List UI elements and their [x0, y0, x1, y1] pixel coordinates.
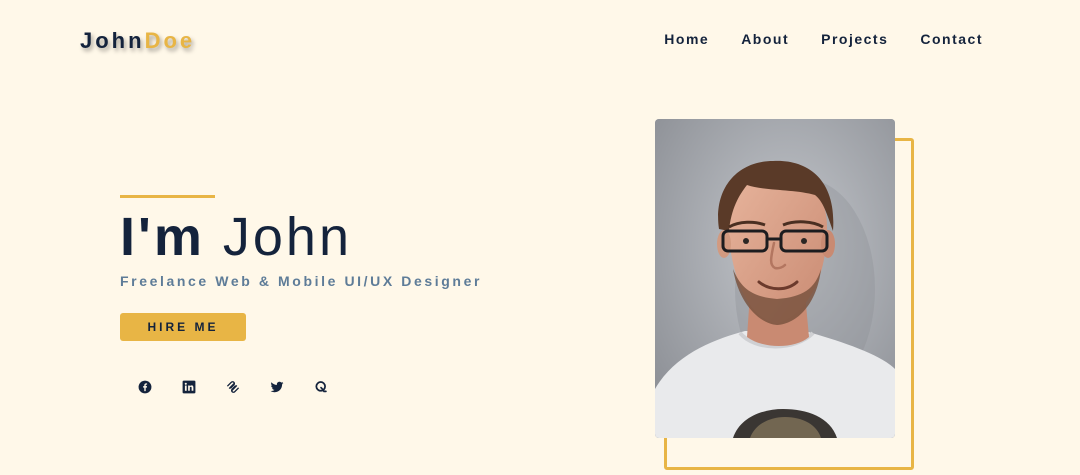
hero-title-name: John [222, 207, 352, 267]
nav-about[interactable]: About [741, 31, 789, 47]
title-accent-line [120, 195, 215, 198]
linkedin-icon [182, 380, 196, 394]
logo-first: John [80, 28, 145, 53]
twitter-icon [270, 381, 284, 393]
nav-projects[interactable]: Projects [821, 31, 888, 47]
squarespace-link[interactable] [222, 379, 244, 395]
facebook-icon [138, 380, 152, 394]
quora-link[interactable] [310, 379, 332, 395]
squarespace-icon [227, 381, 239, 393]
portrait-illustration [655, 119, 895, 438]
main-nav: Home About Projects Contact [664, 31, 983, 47]
hero-title-im: I'm [120, 207, 205, 267]
linkedin-link[interactable] [178, 379, 200, 395]
nav-home[interactable]: Home [664, 31, 709, 47]
logo[interactable]: JohnDoe [80, 28, 195, 54]
quora-icon [315, 381, 327, 393]
twitter-link[interactable] [266, 379, 288, 395]
profile-photo [655, 119, 895, 438]
hero-title: I'm John [120, 206, 352, 268]
logo-last: Doe [144, 28, 196, 53]
social-links [134, 379, 332, 395]
facebook-link[interactable] [134, 379, 156, 395]
hero-subtitle: Freelance Web & Mobile UI/UX Designer [120, 273, 483, 289]
hire-me-button[interactable]: HIRE ME [120, 313, 246, 341]
nav-contact[interactable]: Contact [920, 31, 983, 47]
